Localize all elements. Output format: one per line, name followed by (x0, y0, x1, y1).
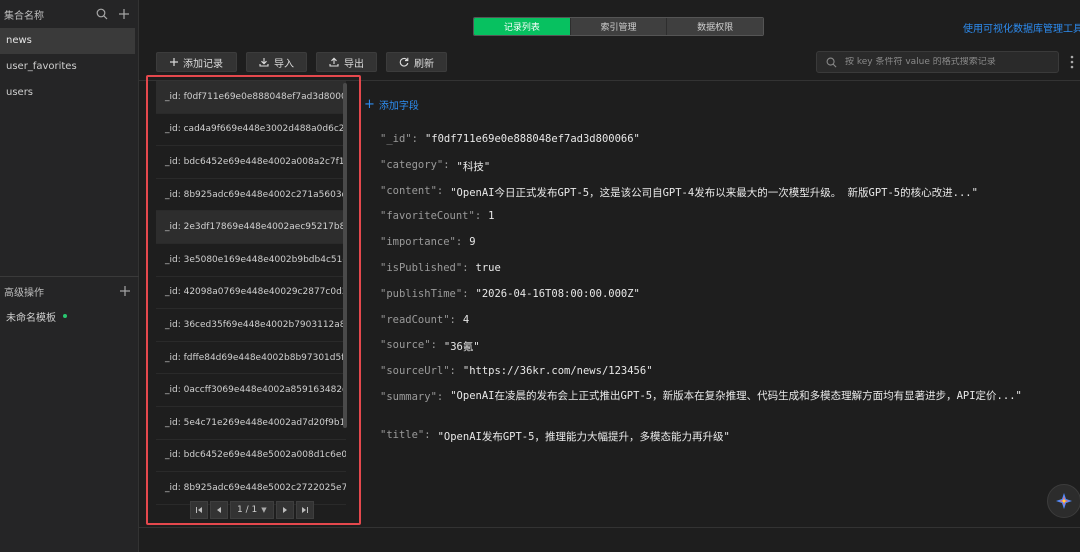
assistant-float-button[interactable] (1047, 484, 1080, 518)
collection-item-user-favorites[interactable]: user_favorites (0, 54, 138, 80)
field-key: "source" (380, 339, 431, 352)
visual-db-tool-link[interactable]: 使用可视化数据库管理工具 (963, 20, 1080, 35)
status-dot-icon (63, 314, 67, 318)
view-tabs: 记录列表 索引管理 数据权限 (473, 17, 764, 36)
toolbar: 添加记录 导入 导出 刷新 (156, 52, 456, 72)
refresh-button[interactable]: 刷新 (386, 52, 447, 72)
import-button[interactable]: 导入 (246, 52, 307, 72)
template-item[interactable]: 未命名模板 (0, 305, 139, 327)
advanced-header: 高级操作 (0, 277, 139, 305)
search-input[interactable] (845, 57, 1055, 67)
field-value: "https://36kr.com/news/123456" (462, 365, 653, 378)
field-value: "科技" (456, 160, 491, 173)
search-icon[interactable] (94, 6, 110, 22)
advanced-title: 高级操作 (4, 287, 44, 299)
field-key: "publishTime" (380, 287, 463, 300)
field-key: "title" (380, 428, 425, 441)
field-key: "importance" (380, 236, 456, 249)
record-search-box (816, 51, 1059, 73)
collection-item-news[interactable]: news (0, 28, 135, 54)
upload-icon (329, 57, 339, 67)
add-field-label: 添加字段 (378, 101, 419, 112)
field-row[interactable]: "sourceUrl": "https://36kr.com/news/12345… (380, 360, 1050, 386)
plus-icon: + (364, 96, 375, 112)
field-value: "OpenAI发布GPT-5，推理能力大幅提升，多模态能力再升级" (437, 430, 730, 443)
import-label: 导入 (274, 58, 294, 70)
field-key: "content" (380, 184, 437, 197)
add-template-icon[interactable] (117, 283, 133, 299)
field-key: "readCount" (380, 313, 450, 326)
export-label: 导出 (344, 58, 364, 70)
refresh-icon (399, 57, 409, 67)
field-row[interactable]: "importance":9 (380, 231, 1050, 257)
divider (139, 527, 1080, 528)
field-row[interactable]: "isPublished": true (380, 257, 1050, 283)
plus-icon (170, 58, 178, 66)
field-row[interactable]: "favoriteCount":1 (380, 205, 1050, 231)
download-icon (259, 58, 269, 67)
assistant-icon (1056, 493, 1072, 509)
add-field-button[interactable]: + 添加字段 (364, 96, 419, 113)
field-value: "2026-04-16T08:00:00.000Z" (475, 287, 640, 300)
document-view: "_id": "f0df711e69e0e888048ef7ad3d800066"… (380, 128, 1050, 450)
field-key: "_id" (380, 133, 412, 145)
collections-sidebar: 集合名称 news user_favorites users 高级操作 未命名模… (0, 0, 139, 552)
tab-record-list[interactable]: 记录列表 (474, 18, 571, 35)
field-row[interactable]: "category": "科技" (380, 154, 1050, 180)
field-row[interactable]: "publishTime": "2026-04-16T08:00:00.000Z" (380, 283, 1050, 309)
field-row[interactable]: "content": "OpenAI今日正式发布GPT-5，这是该公司自GPT-4… (380, 180, 1050, 206)
export-button[interactable]: 导出 (316, 52, 377, 72)
field-value: 4 (462, 313, 470, 326)
field-row[interactable]: "_id": "f0df711e69e0e888048ef7ad3d800066" (380, 128, 1050, 154)
advanced-section: 高级操作 未命名模板 (0, 276, 139, 327)
add-record-button[interactable]: 添加记录 (156, 52, 237, 72)
search-icon (826, 57, 837, 67)
tab-index-management[interactable]: 索引管理 (570, 18, 668, 35)
tab-data-permissions[interactable]: 数据权限 (667, 18, 763, 35)
field-key: "isPublished" (380, 261, 463, 274)
field-value: "OpenAI在凌晨的发布会上正式推出GPT-5，新版本在复杂推理、代码生成和多… (450, 389, 1022, 402)
field-value: true (475, 261, 501, 274)
field-key: "category" (380, 158, 444, 171)
add-collection-icon[interactable] (116, 6, 132, 22)
refresh-label: 刷新 (414, 58, 434, 70)
field-key: "summary" (380, 390, 437, 403)
highlight-box (146, 75, 361, 525)
collections-header: 集合名称 (0, 0, 138, 28)
field-key: "favoriteCount" (380, 210, 475, 223)
field-row[interactable]: "source": "36氪" (380, 334, 1050, 360)
collection-item-users[interactable]: users (0, 80, 138, 106)
collections-title: 集合名称 (4, 10, 44, 22)
field-value: "OpenAI今日正式发布GPT-5，这是该公司自GPT-4发布以来最大的一次模… (450, 186, 978, 199)
more-options-icon[interactable] (1064, 52, 1080, 72)
field-value: "36氪" (443, 341, 480, 354)
field-key: "sourceUrl" (380, 365, 450, 378)
template-name: 未命名模板 (6, 312, 56, 324)
field-row[interactable]: "summary": "OpenAI在凌晨的发布会上正式推出GPT-5，新版本在复… (380, 386, 1050, 424)
add-record-label: 添加记录 (183, 58, 223, 70)
field-row[interactable]: "readCount":4 (380, 309, 1050, 335)
field-value: 1 (488, 210, 495, 223)
field-value: "f0df711e69e0e888048ef7ad3d800066" (424, 133, 640, 145)
field-row[interactable]: "title": "OpenAI发布GPT-5，推理能力大幅提升，多模态能力再升级… (380, 424, 1050, 450)
field-value: 9 (469, 236, 476, 249)
